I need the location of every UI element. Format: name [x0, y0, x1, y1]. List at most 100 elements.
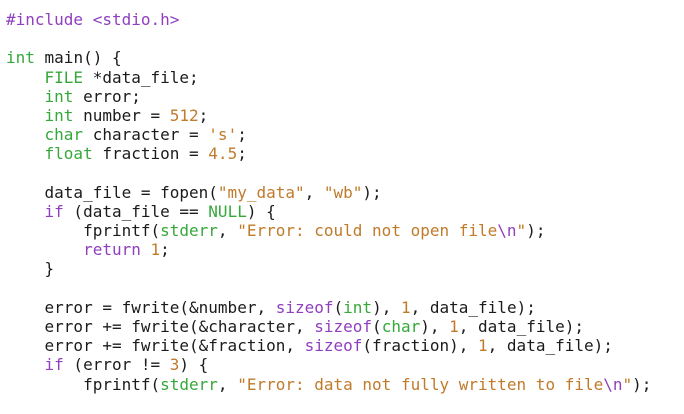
code-token-plain: number =: [73, 105, 170, 125]
code-token-number: 1: [478, 336, 488, 356]
code-token-string: "Error: data not fully written to file: [237, 374, 604, 394]
code-token-type: NULL: [208, 201, 247, 221]
code-token-plain: ),: [420, 317, 450, 336]
code-token-plain: error = fwrite(&number,: [6, 297, 276, 317]
code-token-keyword: if: [44, 355, 64, 375]
code-token-plain: (data_file ==: [63, 201, 209, 221]
code-line: char character = 's';: [6, 125, 684, 144]
code-line: error += fwrite(&fraction, sizeof(fracti…: [6, 336, 684, 355]
code-token-plain: );: [632, 374, 652, 394]
code-token-plain: ;: [237, 125, 247, 145]
code-token-type: stderr: [160, 374, 218, 394]
code-token-type: char: [44, 125, 84, 145]
code-token-plain: ;: [160, 240, 170, 260]
code-token-type: float: [44, 144, 93, 164]
code-token-plain: ,: [217, 374, 238, 394]
code-token-number: 4.5: [208, 144, 238, 164]
code-line: int main() {: [6, 48, 684, 67]
code-token-plain: );: [526, 221, 546, 241]
code-line: #include <stdio.h>: [6, 10, 684, 29]
code-token-plain: ) {: [246, 201, 276, 221]
code-line: error += fwrite(&character, sizeof(char)…: [6, 317, 684, 336]
code-token-number: 1: [400, 297, 411, 317]
code-line: if (error != 3) {: [6, 355, 684, 374]
code-token-string: "Error: could not open file: [237, 221, 498, 241]
code-token-type: stderr: [160, 221, 218, 241]
code-token-type: int: [343, 297, 373, 317]
code-token-plain: main() {: [34, 48, 122, 68]
code-line: if (data_file == NULL) {: [6, 202, 684, 221]
code-token-plain: ;: [198, 105, 209, 125]
code-token-plain: (: [372, 317, 382, 336]
code-token-plain: fprintf(: [6, 221, 161, 241]
code-line: fprintf(stderr, "Error: data not fully w…: [6, 375, 684, 394]
code-token-plain: fraction =: [92, 144, 209, 164]
code-token-keyword: if: [44, 201, 64, 221]
code-token-number: 1: [150, 240, 161, 260]
code-token-plain: fprintf(: [6, 374, 161, 394]
code-token-plain: ),: [372, 297, 401, 317]
code-token-keyword: sizeof: [304, 336, 363, 356]
code-token-number: 512: [169, 105, 199, 125]
code-token-keyword: <stdio.h>: [92, 10, 180, 29]
code-token-plain: (error !=: [63, 355, 170, 375]
code-token-plain: );: [362, 182, 382, 202]
code-token-type: FILE: [44, 67, 84, 87]
code-line: data_file = fopen("my_data", "wb");: [6, 183, 684, 202]
code-token-plain: }: [6, 259, 55, 279]
code-token-plain: ,: [217, 221, 238, 241]
code-token-keyword: return: [83, 240, 141, 260]
code-token-plain: data_file = fopen(: [6, 182, 218, 202]
code-token-type: int: [6, 48, 35, 68]
code-token-type: int: [44, 105, 74, 125]
code-token-type: char: [381, 317, 421, 336]
code-token-plain: , data_file);: [458, 317, 584, 336]
code-token-plain: ;: [237, 144, 247, 164]
code-token-keyword: sizeof: [314, 317, 373, 336]
code-token-plain: , data_file);: [410, 297, 536, 317]
code-token-plain: , data_file);: [487, 336, 613, 356]
code-token-keyword: #include: [6, 10, 93, 29]
code-token-number: 3: [169, 355, 180, 375]
code-token-plain: error += fwrite(&character,: [6, 317, 315, 336]
code-token-plain: character =: [83, 125, 209, 145]
code-token-escape: \n: [497, 221, 517, 241]
code-line: int error;: [6, 87, 684, 106]
code-token-plain: error;: [73, 86, 141, 106]
code-token-plain: (fraction),: [362, 336, 479, 356]
code-token-plain: error += fwrite(&fraction,: [6, 336, 305, 356]
code-token-string: ": [622, 374, 633, 394]
code-token-number: 1: [449, 317, 459, 336]
code-token-string: 's': [208, 125, 238, 145]
code-token-string: ": [516, 221, 527, 241]
code-token-plain: *data_file;: [83, 67, 199, 87]
code-token-keyword: sizeof: [275, 297, 334, 317]
code-token-type: int: [44, 86, 74, 106]
code-token-escape: \n: [603, 374, 623, 394]
code-line: fprintf(stderr, "Error: could not open f…: [6, 221, 684, 240]
code-editor[interactable]: #include <stdio.h> int main() { FILE *da…: [0, 0, 684, 414]
code-line: float fraction = 4.5;: [6, 144, 684, 163]
code-token-plain: ) {: [179, 355, 209, 375]
code-line: int number = 512;: [6, 106, 684, 125]
code-token-string: "wb": [323, 182, 363, 202]
code-line: error = fwrite(&number, sizeof(int), 1, …: [6, 298, 684, 317]
code-line: return 1;: [6, 240, 684, 259]
code-token-plain: (: [333, 297, 344, 317]
code-line: }: [6, 259, 684, 278]
code-token-plain: ,: [304, 182, 324, 202]
code-token-string: "my_data": [217, 182, 305, 202]
code-line: FILE *data_file;: [6, 68, 684, 87]
